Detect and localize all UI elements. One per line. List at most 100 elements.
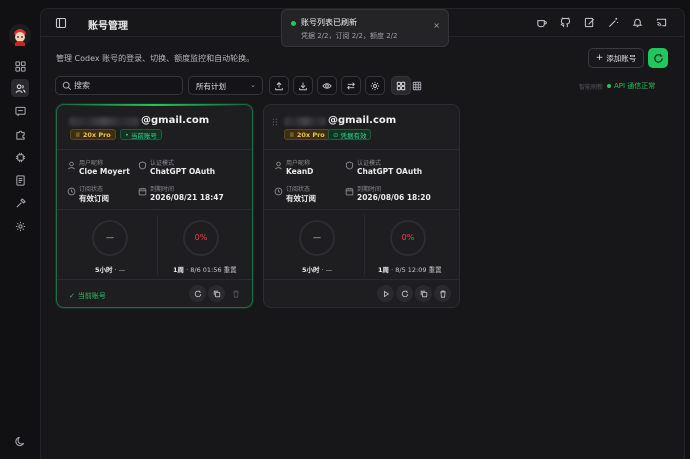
plus-icon: + — [595, 53, 604, 63]
expire-value: 2026/08/06 18:20 — [357, 193, 431, 202]
plan-select[interactable]: 所有计划 ⌄ — [188, 76, 263, 95]
user-value: Cloe Moyert — [79, 167, 130, 176]
shield-check-icon: ⊙ — [333, 130, 339, 139]
table-view-button[interactable] — [407, 76, 427, 95]
refresh-icon — [194, 290, 201, 297]
quota-week-reset: · 8/5 12:09 重置 — [391, 266, 442, 274]
quota-week-value: 0% — [194, 233, 208, 242]
quota-5h-value: — — [106, 233, 114, 242]
refresh-button[interactable] — [648, 48, 668, 68]
github-icon[interactable] — [559, 16, 572, 29]
quota-5h-reset: · — — [114, 266, 126, 274]
refresh-icon — [653, 53, 663, 63]
edit-icon[interactable] — [583, 16, 596, 29]
plan-badge-label: 20x Pro — [82, 130, 111, 139]
chip-icon[interactable] — [11, 148, 29, 166]
copy-account-button[interactable] — [208, 285, 225, 302]
account-email: @gmail.com — [328, 115, 397, 126]
delete-account-button[interactable] — [434, 285, 451, 302]
coffee-icon[interactable] — [535, 16, 548, 29]
divider — [57, 149, 252, 150]
add-account-button[interactable]: + 添加账号 — [588, 48, 644, 68]
divider — [364, 215, 365, 275]
moon-icon[interactable] — [11, 432, 29, 450]
email-redacted — [69, 117, 139, 126]
bell-icon[interactable] — [631, 16, 644, 29]
auth-label: 认证模式 — [150, 160, 175, 167]
search-box — [55, 76, 183, 95]
refresh-account-button[interactable] — [396, 285, 413, 302]
grid-icon[interactable] — [11, 57, 29, 75]
tools-icon[interactable] — [11, 194, 29, 212]
document-icon[interactable] — [11, 171, 29, 189]
status-badge-label: 当前账号 — [130, 131, 157, 140]
toggle-visibility-button[interactable] — [317, 76, 337, 95]
sub-label: 订阅状态 — [286, 186, 311, 193]
clock-icon — [274, 187, 283, 196]
quota-5h-label: 5小时 — [95, 266, 113, 274]
user-icon — [274, 161, 283, 170]
divider — [57, 279, 252, 280]
expire-label: 到期时间 — [150, 186, 175, 193]
magic-icon[interactable] — [607, 16, 620, 29]
main-panel: 账号管理 账号列表已刷新 凭据 2/2，订阅 2/2，额度 2/2 × 管理 C… — [40, 8, 685, 459]
plan-select-value: 所有计划 — [196, 82, 226, 91]
shield-icon — [138, 161, 147, 170]
sidebar-toggle-icon[interactable] — [55, 17, 67, 29]
refresh-account-button[interactable] — [189, 285, 206, 302]
upload-button[interactable] — [269, 76, 289, 95]
quota-week-caption: 1周 · 8/6 01:56 重置 — [173, 264, 237, 274]
download-button[interactable] — [293, 76, 313, 95]
plan-badge: ♕ 20x Pro — [70, 129, 116, 140]
current-account-text: 当前账号 — [77, 292, 106, 300]
calendar-icon — [345, 187, 354, 196]
search-input[interactable] — [74, 78, 178, 93]
account-card[interactable]: @gmail.com ♕ 20x Pro • 当前账号 用户昵称 Cloe Moye… — [56, 104, 253, 308]
settings-icon[interactable] — [11, 217, 29, 235]
switch-to-account-button[interactable] — [377, 285, 394, 302]
quota-5h-label: 5小时 — [302, 266, 320, 274]
users-icon[interactable] — [11, 79, 29, 97]
avatar[interactable] — [9, 24, 31, 46]
divider — [264, 279, 459, 280]
account-card[interactable]: @gmail.com ♕ 20x Pro ⊙ 凭据有效 用户昵称 KeanD 认证模… — [263, 104, 460, 308]
plan-badge: ♕ 20x Pro — [284, 129, 330, 140]
add-account-label: 添加账号 — [606, 53, 637, 63]
header-toolbar — [535, 16, 668, 29]
settings-button[interactable] — [365, 76, 385, 95]
quota-week-value: 0% — [401, 233, 415, 242]
divider — [264, 149, 459, 150]
plan-badge-label: 20x Pro — [296, 130, 325, 139]
quota-week-label: 1周 — [173, 266, 185, 274]
auth-label: 认证模式 — [357, 160, 382, 167]
copy-account-button[interactable] — [415, 285, 432, 302]
quota-week-reset: · 8/6 01:56 重置 — [186, 266, 237, 274]
cast-icon[interactable] — [655, 16, 668, 29]
chat-icon[interactable] — [11, 102, 29, 120]
close-icon[interactable]: × — [433, 21, 440, 30]
table-view-icon — [412, 81, 422, 90]
sub-label: 订阅状态 — [79, 186, 104, 193]
status-dot-icon — [607, 84, 611, 88]
expire-label: 到期时间 — [357, 186, 382, 193]
delete-account-button[interactable] — [227, 285, 244, 302]
user-label: 用户昵称 — [79, 160, 104, 167]
eye-icon — [322, 82, 332, 89]
puzzle-icon[interactable] — [11, 125, 29, 143]
divider — [157, 215, 158, 275]
swap-icon — [347, 81, 355, 90]
switch-button[interactable] — [341, 76, 361, 95]
quota-week-caption: 1周 · 8/5 12:09 重置 — [378, 264, 442, 274]
calendar-icon — [138, 187, 147, 196]
email-redacted — [284, 117, 326, 126]
quota-5h-caption: 5小时 · — — [95, 264, 125, 274]
chevron-down-icon: ⌄ — [250, 81, 256, 89]
dot-icon: • — [125, 130, 129, 139]
toast-notification: 账号列表已刷新 凭据 2/2，订阅 2/2，额度 2/2 × — [281, 9, 449, 47]
refresh-icon — [401, 290, 408, 297]
auth-value: ChatGPT OAuth — [357, 167, 423, 176]
quota-5h-value: — — [313, 233, 321, 242]
status-badge-label: 凭据有效 — [340, 131, 367, 140]
check-icon: ✓ — [69, 292, 75, 300]
drag-handle-icon[interactable] — [272, 118, 278, 126]
